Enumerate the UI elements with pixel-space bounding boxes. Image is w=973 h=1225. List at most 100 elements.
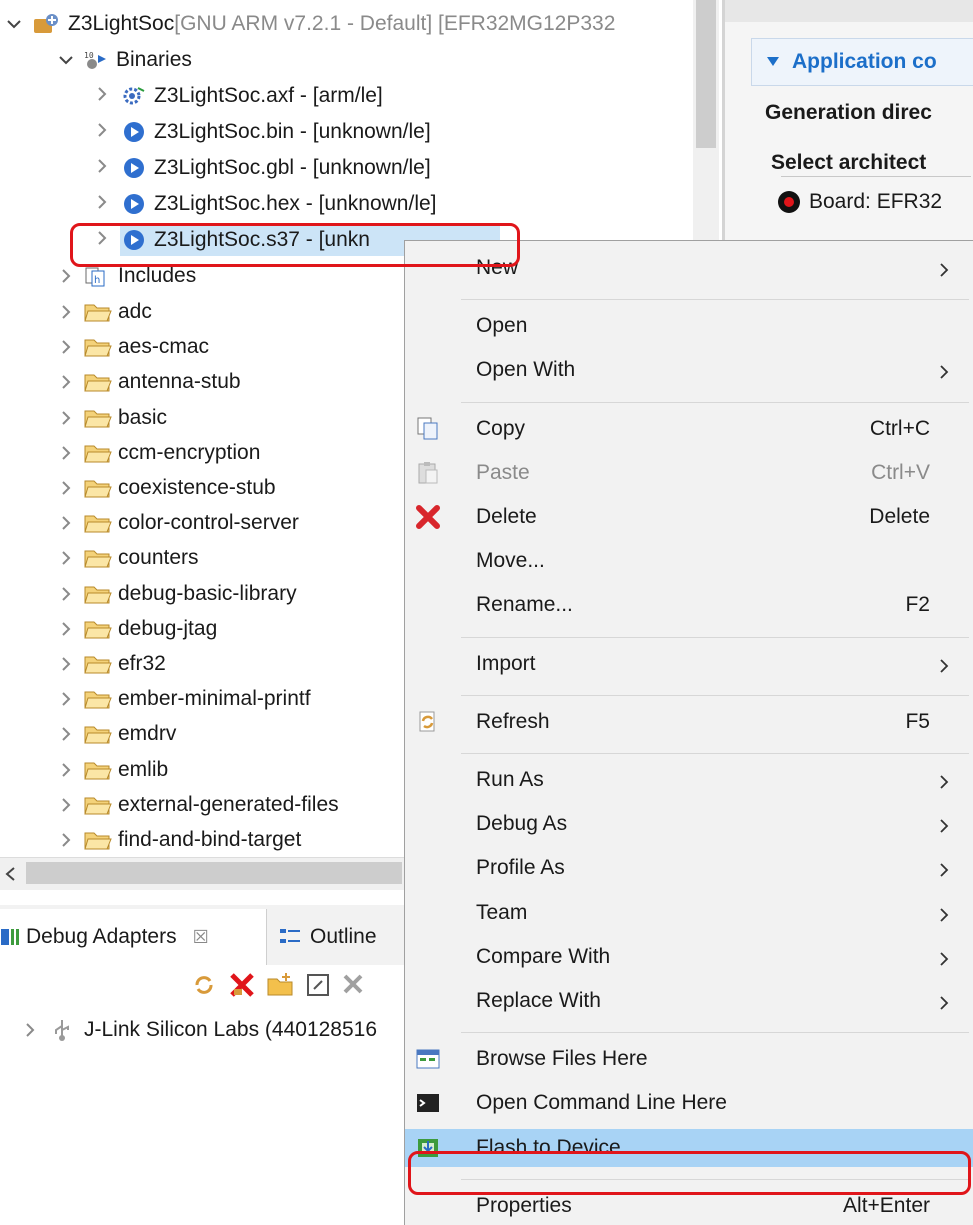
tree-row-folder[interactable]: debug-basic-library xyxy=(58,576,297,612)
tab-outline[interactable]: Outline xyxy=(278,909,404,965)
chevron-right-icon[interactable] xyxy=(58,586,74,602)
tree-row-binary[interactable]: Z3LightSoc.axf - [arm/le] xyxy=(94,78,383,114)
chevron-right-icon[interactable] xyxy=(94,84,110,108)
tree-row-folder[interactable]: adc xyxy=(58,294,152,330)
menu-item-compare-with[interactable]: Compare With xyxy=(405,938,973,976)
executable-gear-icon xyxy=(120,85,154,107)
chevron-right-icon[interactable] xyxy=(22,1022,38,1038)
menu-item-rename[interactable]: Rename... F2 xyxy=(405,586,973,624)
menu-item-label: Rename... xyxy=(476,593,573,617)
menu-item-debug-as[interactable]: Debug As xyxy=(405,805,973,843)
binary-file-icon xyxy=(120,157,154,179)
submenu-arrow-icon xyxy=(939,772,949,789)
edit-icon[interactable] xyxy=(306,973,330,997)
includes-label: Includes xyxy=(118,264,197,287)
refresh-adapters-icon[interactable] xyxy=(192,973,216,997)
menu-item-open-with[interactable]: Open With xyxy=(405,351,973,389)
tree-row-folder[interactable]: emlib xyxy=(58,752,168,788)
tree-row-folder[interactable]: aes-cmac xyxy=(58,329,209,365)
tree-row-folder[interactable]: counters xyxy=(58,540,199,576)
menu-item-replace-with[interactable]: Replace With xyxy=(405,982,973,1020)
tree-row-folder[interactable]: efr32 xyxy=(58,646,166,682)
chevron-down-icon[interactable] xyxy=(58,52,74,68)
binary-label: Z3LightSoc.bin - [unknown/le] xyxy=(154,120,431,143)
menu-item-label: Move... xyxy=(476,549,545,573)
tree-row-folder[interactable]: coexistence-stub xyxy=(58,470,276,506)
disconnect-icon[interactable] xyxy=(228,971,256,999)
vertical-scrollbar-thumb[interactable] xyxy=(696,0,716,148)
adapter-row[interactable]: J-Link Silicon Labs (440128516 xyxy=(22,1012,377,1048)
folder-label: efr32 xyxy=(118,652,166,675)
menu-item-run-as[interactable]: Run As xyxy=(405,761,973,799)
menu-item-delete[interactable]: Delete Delete xyxy=(405,498,973,536)
folder-label: emlib xyxy=(118,757,169,781)
tree-row-folder[interactable]: antenna-stub xyxy=(58,364,241,400)
menu-item-open[interactable]: Open xyxy=(405,307,973,345)
menu-item-browse-files-here[interactable]: Browse Files Here xyxy=(405,1040,973,1078)
tree-row-folder[interactable]: ccm-encryption xyxy=(58,435,260,471)
chevron-right-icon[interactable] xyxy=(58,832,74,848)
menu-item-copy[interactable]: Copy Ctrl+C xyxy=(405,410,973,448)
chevron-right-icon[interactable] xyxy=(58,268,74,284)
scroll-left-icon[interactable] xyxy=(4,866,16,882)
folder-label: ccm-encryption xyxy=(118,440,261,464)
refresh-icon xyxy=(415,709,441,735)
folder-icon xyxy=(84,583,118,605)
folder-label: basic xyxy=(118,405,168,429)
tree-row-folder[interactable]: color-control-server xyxy=(58,505,299,541)
menu-item-team[interactable]: Team xyxy=(405,894,973,932)
paste-icon xyxy=(415,460,441,486)
chevron-right-icon[interactable] xyxy=(94,120,110,144)
menu-item-label: Profile As xyxy=(476,856,565,880)
chevron-right-icon[interactable] xyxy=(94,156,110,180)
folder-icon xyxy=(84,618,118,640)
menu-item-shortcut: Ctrl+C xyxy=(869,416,930,440)
tree-row-folder[interactable]: external-generated-files xyxy=(58,787,339,823)
tree-row-folder[interactable]: basic xyxy=(58,400,167,436)
menu-separator xyxy=(461,299,969,301)
horizontal-scrollbar-thumb[interactable] xyxy=(26,862,402,884)
section-header[interactable]: Application co xyxy=(751,38,973,86)
tree-row-binaries[interactable]: 10 Binaries xyxy=(58,42,192,78)
section-title: Application co xyxy=(792,50,937,73)
chevron-right-icon[interactable] xyxy=(58,480,74,496)
menu-item-refresh[interactable]: Refresh F5 xyxy=(405,703,973,741)
chevron-right-icon[interactable] xyxy=(58,374,74,390)
close-icon[interactable]: ☒ xyxy=(193,927,209,948)
menu-item-import[interactable]: Import xyxy=(405,645,973,683)
chevron-right-icon[interactable] xyxy=(58,550,74,566)
tree-row-folder[interactable]: debug-jtag xyxy=(58,611,217,647)
tree-row-folder[interactable]: ember-minimal-printf xyxy=(58,681,311,717)
chevron-right-icon[interactable] xyxy=(58,410,74,426)
menu-item-move[interactable]: Move... xyxy=(405,542,973,580)
folder-label: emdrv xyxy=(118,722,177,746)
tree-row-project[interactable]: Z3LightSoc [GNU ARM v7.2.1 - Default] [E… xyxy=(6,6,615,42)
chevron-right-icon[interactable] xyxy=(58,515,74,531)
chevron-right-icon[interactable] xyxy=(58,797,74,813)
chevron-right-icon[interactable] xyxy=(58,656,74,672)
chevron-down-icon[interactable] xyxy=(6,16,22,32)
tree-row-folder[interactable]: emdrv xyxy=(58,716,176,752)
chevron-down-icon[interactable] xyxy=(766,55,780,67)
tree-row-binary[interactable]: Z3LightSoc.hex - [unknown/le] xyxy=(94,186,437,222)
folder-label: color-control-server xyxy=(118,511,299,535)
chevron-right-icon[interactable] xyxy=(58,445,74,461)
submenu-arrow-icon xyxy=(939,905,949,922)
chevron-right-icon[interactable] xyxy=(58,762,74,778)
new-folder-icon[interactable] xyxy=(266,971,294,997)
tree-row-binary[interactable]: Z3LightSoc.gbl - [unknown/le] xyxy=(94,150,431,186)
tree-row-folder[interactable]: find-and-bind-target xyxy=(58,822,301,858)
folder-label: coexistence-stub xyxy=(118,476,276,499)
chevron-right-icon[interactable] xyxy=(58,339,74,355)
chevron-right-icon[interactable] xyxy=(58,691,74,707)
chevron-right-icon[interactable] xyxy=(58,621,74,637)
remove-icon[interactable] xyxy=(342,973,364,995)
tab-debug-adapters[interactable]: Debug Adapters ☒ xyxy=(0,909,267,965)
tree-row-binary[interactable]: Z3LightSoc.bin - [unknown/le] xyxy=(94,114,431,150)
menu-item-open-command-line-here[interactable]: Open Command Line Here xyxy=(405,1084,973,1122)
menu-item-profile-as[interactable]: Profile As xyxy=(405,849,973,887)
submenu-arrow-icon xyxy=(939,816,949,833)
chevron-right-icon[interactable] xyxy=(58,726,74,742)
chevron-right-icon[interactable] xyxy=(94,192,110,216)
chevron-right-icon[interactable] xyxy=(58,304,74,320)
